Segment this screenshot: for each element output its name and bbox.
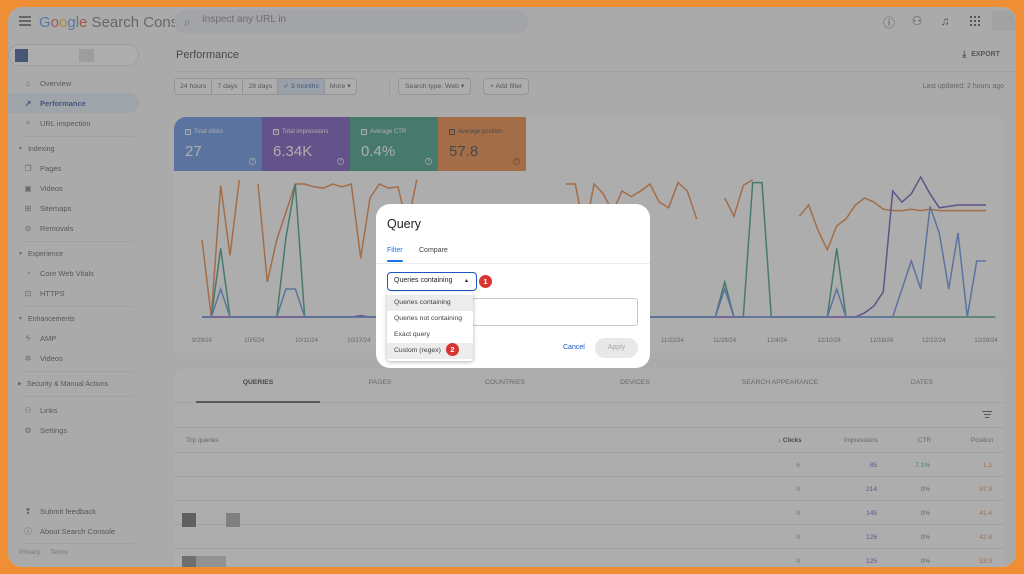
query-filter-input[interactable] <box>472 298 638 326</box>
dialog-title: Query <box>387 217 422 231</box>
option-custom-regex[interactable]: Custom (regex) <box>387 343 473 359</box>
option-queries-not-containing[interactable]: Queries not containing <box>387 311 473 327</box>
cancel-button[interactable]: Cancel <box>563 344 585 351</box>
caret-up-icon: ▴ <box>464 278 468 284</box>
dialog-tab-compare[interactable]: Compare <box>419 247 448 254</box>
annotation-badge-1: 1 <box>479 275 492 288</box>
apply-button[interactable]: Apply <box>595 338 638 358</box>
dialog-tab-filter[interactable]: Filter <box>387 247 403 262</box>
option-queries-containing[interactable]: Queries containing <box>387 295 473 311</box>
option-exact-query[interactable]: Exact query <box>387 327 473 343</box>
annotation-badge-2: 2 <box>446 343 459 356</box>
filter-type-dropdown: Queries containing Queries not containin… <box>387 292 473 361</box>
divider <box>376 263 650 264</box>
select-value: Queries containing <box>394 277 453 284</box>
option-label: Custom (regex) <box>394 347 441 354</box>
filter-type-select[interactable]: Queries containing ▴ <box>387 272 477 291</box>
